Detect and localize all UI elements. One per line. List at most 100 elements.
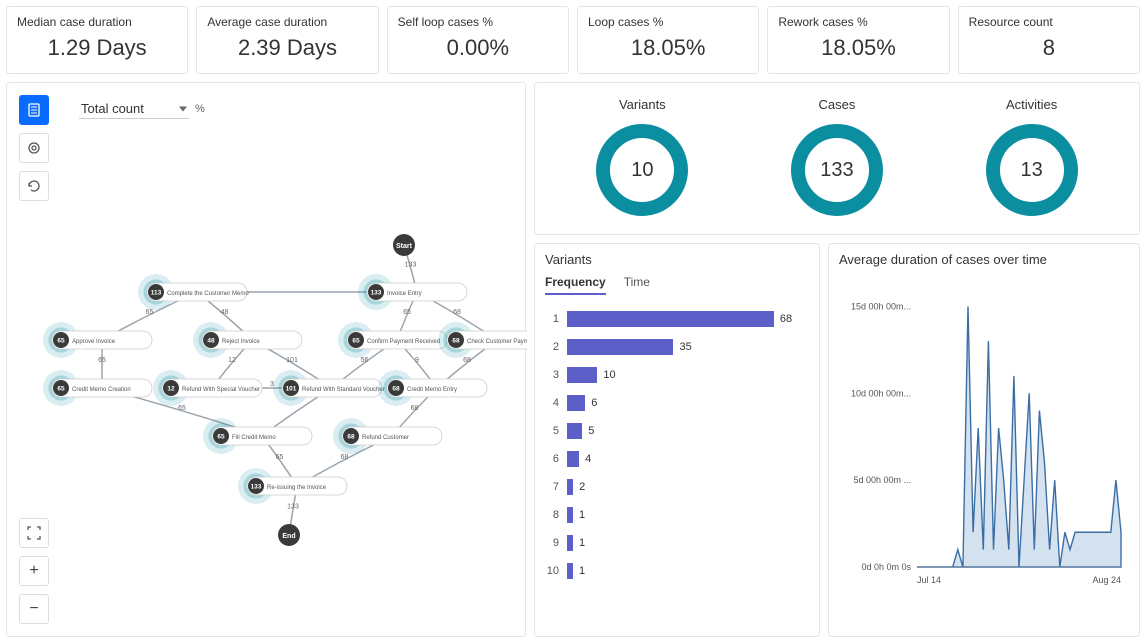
kpi-row: Median case duration 1.29 Days Average c…: [6, 6, 1140, 74]
bar-row[interactable]: 55: [545, 417, 809, 445]
duration-chart[interactable]: 0d 0h 0m 0s 5d 00h 00m ... 10d 00h 00m... 1…: [829, 271, 1139, 599]
kpi-value: 18.05%: [778, 33, 938, 65]
bar-value: 68: [780, 313, 792, 325]
svg-text:Invoice Entry: Invoice Entry: [387, 291, 422, 297]
svg-text:68: 68: [452, 338, 460, 345]
svg-text:Refund Customer: Refund Customer: [362, 435, 409, 441]
svg-text:68: 68: [392, 386, 400, 393]
kpi-card-self-loop: Self loop cases % 0.00%: [387, 6, 569, 74]
svg-text:Check Customer Payment: Check Customer Payment: [467, 339, 527, 345]
bar-row[interactable]: 64: [545, 445, 809, 473]
bar-row[interactable]: 1 68: [545, 305, 809, 333]
svg-text:68: 68: [347, 434, 355, 441]
svg-text:15d 00h 00m...: 15d 00h 00m...: [851, 301, 911, 311]
svg-text:101: 101: [286, 357, 298, 364]
svg-text:68: 68: [463, 357, 471, 364]
donut-ring[interactable]: 13: [986, 124, 1078, 216]
metric-dropdown[interactable]: Total count: [79, 99, 189, 119]
bar-fill: [567, 423, 582, 439]
svg-text:65: 65: [57, 386, 65, 393]
svg-text:Approve Invoice: Approve Invoice: [72, 339, 116, 345]
bar-fill: [567, 507, 573, 523]
bar-label: 5: [545, 425, 567, 437]
process-map-panel: Total count % 13365686548651210135696865…: [6, 82, 526, 637]
bar-value: 35: [679, 341, 691, 353]
bar-fill: [567, 311, 774, 327]
fullscreen-button[interactable]: [19, 518, 49, 548]
kpi-card-median-duration: Median case duration 1.29 Days: [6, 6, 188, 74]
donut-value: 10: [631, 159, 653, 182]
panel-title: Variants: [535, 244, 819, 271]
bar-value: 6: [591, 397, 597, 409]
bar-row[interactable]: 72: [545, 473, 809, 501]
variants-panel: Variants Frequency Time 1682353104655647…: [534, 243, 820, 637]
kpi-title: Resource count: [969, 15, 1129, 29]
svg-text:10d 00h 00m...: 10d 00h 00m...: [851, 388, 911, 398]
kpi-title: Self loop cases %: [398, 15, 558, 29]
process-map-canvas[interactable]: 13365686548651210135696865686568133Start…: [7, 153, 525, 553]
bar-track: 4: [567, 450, 809, 468]
zoom-in-button[interactable]: +: [19, 556, 49, 586]
metric-suffix: %: [195, 103, 205, 115]
donut-activities: Activities 13: [986, 97, 1078, 216]
metric-dropdown-label: Total count: [81, 101, 144, 116]
bar-fill: [567, 395, 585, 411]
svg-text:65: 65: [403, 309, 411, 316]
bar-label: 7: [545, 481, 567, 493]
bar-fill: [567, 535, 573, 551]
bar-track: 35: [567, 338, 809, 356]
svg-text:65: 65: [146, 309, 154, 316]
bar-track: 1: [567, 506, 809, 524]
map-view-button[interactable]: [19, 95, 49, 125]
bar-value: 2: [579, 481, 585, 493]
svg-text:48: 48: [207, 338, 215, 345]
svg-text:0d 0h 0m 0s: 0d 0h 0m 0s: [861, 562, 911, 572]
bar-fill: [567, 451, 579, 467]
svg-text:68: 68: [341, 454, 349, 461]
variants-bar-chart[interactable]: 168235310465564728191101: [535, 301, 819, 595]
bar-track: 68: [567, 310, 809, 328]
donut-ring[interactable]: 133: [791, 124, 883, 216]
kpi-card-loop-cases: Loop cases % 18.05%: [577, 6, 759, 74]
svg-text:56: 56: [361, 357, 369, 364]
svg-text:133: 133: [405, 262, 417, 269]
zoom-out-button[interactable]: −: [19, 594, 49, 624]
kpi-card-rework-cases: Rework cases % 18.05%: [767, 6, 949, 74]
donut-value: 13: [1021, 159, 1043, 182]
bar-label: 10: [545, 565, 567, 577]
bar-label: 1: [545, 313, 567, 325]
bar-row[interactable]: 81: [545, 501, 809, 529]
donut-title: Activities: [986, 97, 1078, 112]
bar-row[interactable]: 310: [545, 361, 809, 389]
bar-track: 5: [567, 422, 809, 440]
svg-text:65: 65: [217, 434, 225, 441]
svg-text:Refund With Standard Voucher: Refund With Standard Voucher: [302, 387, 385, 393]
bar-row[interactable]: 101: [545, 557, 809, 585]
bar-row[interactable]: 235: [545, 333, 809, 361]
kpi-value: 8: [969, 33, 1129, 65]
svg-text:65: 65: [352, 338, 360, 345]
kpi-title: Rework cases %: [778, 15, 938, 29]
kpi-title: Loop cases %: [588, 15, 748, 29]
svg-text:5d 00h 00m ...: 5d 00h 00m ...: [853, 475, 911, 485]
tab-time[interactable]: Time: [624, 271, 650, 295]
svg-text:12: 12: [167, 386, 175, 393]
donut-ring[interactable]: 10: [596, 124, 688, 216]
donut-variants: Variants 10: [596, 97, 688, 216]
bar-track: 1: [567, 562, 809, 580]
donut-title: Cases: [791, 97, 883, 112]
bar-label: 8: [545, 509, 567, 521]
svg-text:Confirm Payment Received: Confirm Payment Received: [367, 339, 440, 345]
tab-frequency[interactable]: Frequency: [545, 271, 606, 295]
bar-row[interactable]: 46: [545, 389, 809, 417]
kpi-card-average-duration: Average case duration 2.39 Days: [196, 6, 378, 74]
kpi-card-resource-count: Resource count 8: [958, 6, 1140, 74]
bar-row[interactable]: 91: [545, 529, 809, 557]
bar-value: 1: [579, 509, 585, 521]
bar-value: 5: [588, 425, 594, 437]
bar-value: 4: [585, 453, 591, 465]
svg-text:133: 133: [371, 290, 382, 297]
donut-value: 133: [820, 159, 853, 182]
svg-text:Re-issuing the Invoice: Re-issuing the Invoice: [267, 485, 327, 491]
bar-label: 6: [545, 453, 567, 465]
